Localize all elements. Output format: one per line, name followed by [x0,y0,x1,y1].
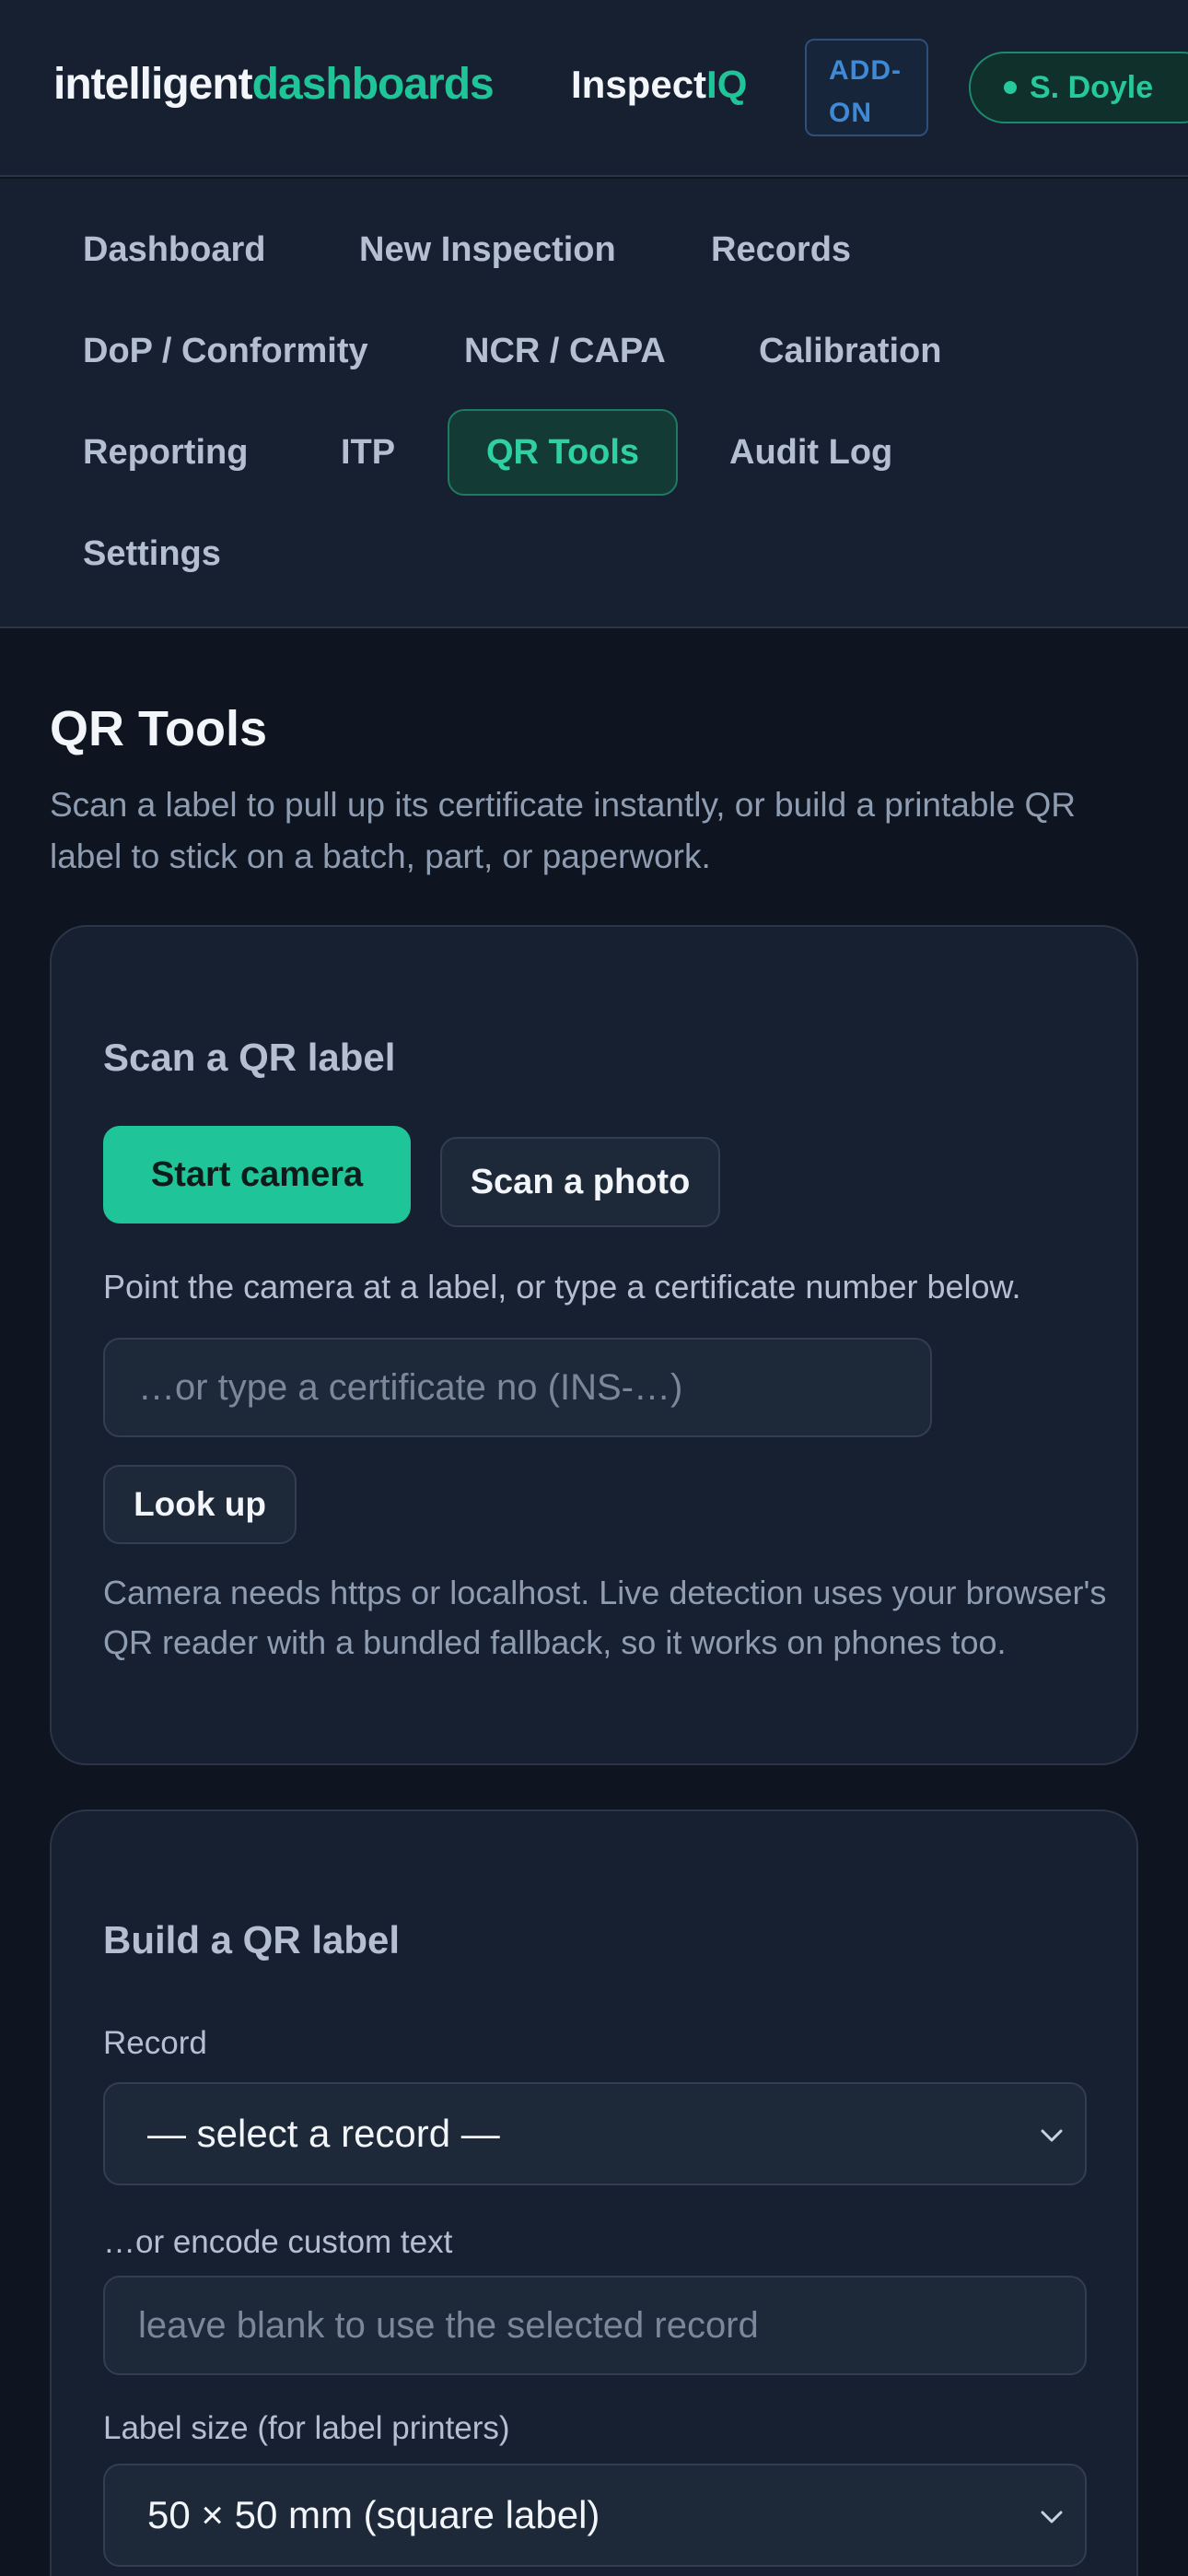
brand-logo-part1: intelligent [53,60,253,109]
user-chip[interactable]: S. Doyle [969,52,1188,123]
nav-item-reporting[interactable]: Reporting [83,409,248,496]
custom-text-input[interactable]: leave blank to use the selected record [103,2276,1087,2375]
scan-photo-button[interactable]: Scan a photo [440,1137,720,1227]
addon-badge: ADD- ON [805,39,928,136]
app-header: intelligentdashboards InspectIQ ADD- ON … [0,0,1188,177]
scan-hint: Point the camera at a label, or type a c… [103,1268,1021,1306]
product-name-part2: IQ [706,63,748,106]
nav-item-ncr-capa[interactable]: NCR / CAPA [464,308,666,394]
page-subtitle: Scan a label to pull up its certificate … [50,786,1077,875]
user-name: S. Doyle [1030,69,1154,105]
page-title: QR Tools [50,701,267,756]
label-size-select[interactable]: 50 × 50 mm (square label) [103,2464,1087,2567]
scan-qr-card: Scan a QR label Start camera Scan a phot… [50,925,1138,1765]
look-up-button[interactable]: Look up [103,1465,297,1544]
record-select-value: — select a record — [147,2112,500,2155]
label-size-select-value: 50 × 50 mm (square label) [147,2493,600,2536]
chevron-down-icon [1041,2511,1063,2523]
record-select[interactable]: — select a record — [103,2082,1087,2185]
camera-note: Camera needs https or localhost. Live de… [103,1574,1107,1661]
build-qr-card: Build a QR label Record — select a recor… [50,1809,1138,2576]
online-status-dot-icon [1004,81,1017,94]
product-name: InspectIQ [571,63,747,107]
main-nav: Dashboard New Inspection Records DoP / C… [0,179,1188,628]
nav-item-itp[interactable]: ITP [341,409,395,496]
build-card-title: Build a QR label [103,1918,401,1961]
label-size-label: Label size (for label printers) [103,2410,510,2446]
start-camera-button[interactable]: Start camera [103,1126,411,1224]
brand-logo-part2: dashboards [251,60,495,109]
nav-item-settings[interactable]: Settings [83,510,221,597]
addon-badge-line2: ON [829,98,872,128]
nav-item-qr-tools[interactable]: QR Tools [448,409,679,496]
nav-item-records[interactable]: Records [711,206,851,293]
brand-logo[interactable]: intelligentdashboards [53,59,495,110]
addon-badge-line1: ADD- [829,55,902,86]
nav-item-dop-conformity[interactable]: DoP / Conformity [83,308,368,394]
nav-item-audit-log[interactable]: Audit Log [729,409,892,496]
nav-item-new-inspection[interactable]: New Inspection [359,206,616,293]
nav-item-calibration[interactable]: Calibration [759,308,941,394]
certificate-number-input[interactable]: …or type a certificate no (INS-…) [103,1338,932,1437]
chevron-down-icon [1041,2129,1063,2142]
custom-text-label: …or encode custom text [103,2224,453,2260]
product-name-part1: Inspect [571,63,707,106]
nav-item-dashboard[interactable]: Dashboard [83,206,265,293]
record-label: Record [103,2025,207,2061]
scan-card-title: Scan a QR label [103,1036,396,1079]
